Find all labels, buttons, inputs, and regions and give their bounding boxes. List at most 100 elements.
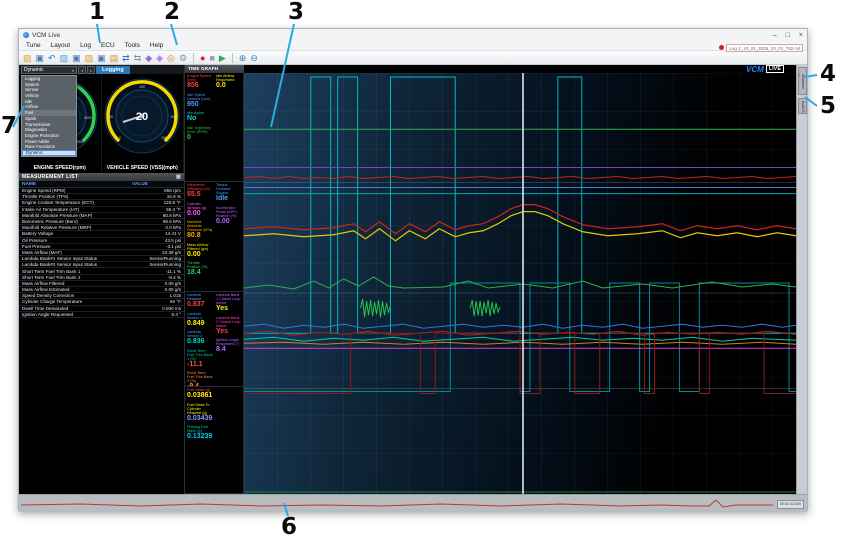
channel-item-lambda-bank-2-closed-loop-active[interactable]: Lambda Bank 2 Closed Loop ActiveYes	[216, 316, 242, 336]
open-log-icon[interactable]: ▨	[23, 53, 32, 63]
menu-log[interactable]: Log	[75, 42, 96, 49]
settings-gear-icon[interactable]: ⚙	[179, 53, 187, 63]
channel-value: Yes	[216, 305, 242, 313]
channel-column	[214, 387, 243, 493]
time-graph-panel: TIME GRAPH VCM LIVE Engine Speed (rpm)85…	[185, 65, 796, 494]
channel-section-2: Volumetric Efficiency (%)55.5 Cylinder Ai…	[185, 182, 243, 292]
zoom-in-icon[interactable]: ⊕	[239, 53, 247, 63]
zoom-out-icon[interactable]: ⊖	[250, 53, 258, 63]
channel-item-lambda-sensor-1[interactable]: Lambda Sensor 10.849	[187, 312, 213, 328]
menu-tools[interactable]: Tools	[120, 42, 145, 49]
channel-item-idle-speed-desired-rpm[interactable]: Idle Speed Desired (rpm)950	[187, 93, 213, 109]
stop-icon[interactable]: ■	[209, 53, 214, 63]
tab-scroll-left-button[interactable]: ◂	[78, 66, 86, 74]
channel-label: Fuel Mass To Cylinder Request (g)	[187, 403, 213, 415]
channel-item-cylinder-airmass-g[interactable]: Cylinder Airmass (g)0.00	[187, 202, 213, 218]
grid-icon[interactable]: ▦	[176, 174, 181, 180]
channel-label: Lambda Bank 2 Closed Loop Active	[216, 316, 242, 328]
compare-icon[interactable]: ⇄	[122, 53, 130, 63]
channel-value: 18.4	[187, 269, 213, 277]
channel-label: Engine Speed (rpm)	[187, 74, 213, 82]
channel-item-idle-active[interactable]: Idle ActiveNo	[187, 111, 213, 123]
save-tune-icon[interactable]: ▣	[97, 53, 106, 63]
channel-item-volumetric-efficiency[interactable]: Volumetric Efficiency (%)55.5	[187, 183, 213, 199]
row-value: 1.015	[170, 293, 185, 298]
side-tab-scanner-channels[interactable]: Scanner Channels	[798, 67, 807, 95]
channel-label: Lambda Sensor 2	[187, 330, 213, 338]
menu-tune[interactable]: Tune	[21, 42, 46, 49]
row-value: 0.00 g/s	[165, 281, 184, 286]
channel-item-fuel-mass-g[interactable]: Fuel Mass (g)0.03861	[187, 388, 213, 400]
channel-item-idle-trajectory-error-rpm[interactable]: Idle Trajectory Error (RPM)0	[187, 126, 213, 142]
step-back-icon[interactable]: ◆	[145, 53, 152, 63]
channel-item-fuel-mass-to-cylinder-request-g[interactable]: Fuel Mass To Cylinder Request (g)0.03439	[187, 403, 213, 423]
channel-item-lambda-sensor-2[interactable]: Lambda Sensor 20.836	[187, 330, 213, 346]
row-name: Mass Airflow Filtered	[19, 281, 165, 286]
channel-value: 0.03439	[187, 415, 213, 423]
overview-sparkline	[21, 498, 773, 510]
row-name: Speed Density Correction	[19, 293, 170, 298]
side-tab-autotune[interactable]: AutoTune	[798, 98, 807, 114]
channel-column: Engine Speed (rpm)856 Idle Speed Desired …	[185, 73, 214, 181]
channel-label: Manifold Absolute Pressure (kPa)	[187, 220, 213, 232]
log-file-name: Log 2_10_21_2025_10_01_782.csl	[726, 44, 803, 52]
svg-text:20: 20	[136, 111, 148, 123]
toolbar-separator	[193, 53, 194, 63]
channel-label: Volumetric Efficiency (%)	[187, 183, 213, 191]
channel-item-short-term-fuel-trim-bank-2[interactable]: Short Term Fuel Trim Bank 2 (%)-9.4	[187, 371, 213, 387]
menu-help[interactable]: Help	[145, 42, 168, 49]
app-window: VCM Live – □ × TuneLayoutLogECUToolsHelp…	[18, 28, 808, 511]
row-value: 0.00 g/s	[165, 287, 184, 292]
dropdown-item-dynamic[interactable]: Dynamic	[22, 150, 76, 156]
save-layout-icon[interactable]: ▣	[72, 53, 81, 63]
sync-icon[interactable]: ⇆	[134, 53, 142, 63]
channel-item-engine-speed-rpm[interactable]: Engine Speed (rpm)856	[187, 74, 213, 90]
tab-logging[interactable]: Logging	[96, 66, 130, 74]
layout-combo[interactable]: Dynamic ▾	[21, 66, 77, 74]
time-graph-plot[interactable]	[244, 73, 796, 494]
window-title: VCM Live	[32, 32, 60, 39]
channel-item-lambda-request[interactable]: Lambda Request0.837	[187, 293, 213, 309]
import-file-icon[interactable]: ▤	[110, 53, 119, 63]
row-value: 80.8 kPa	[163, 213, 184, 218]
row-value: 8.4 °	[172, 312, 185, 317]
channel-item-accelerator-pedal-app-position[interactable]: Accelerator Pedal (APP) Position (%)0.00	[216, 206, 242, 226]
measurement-rows: Engine Speed (RPM)856 rpmThrottle Positi…	[19, 188, 184, 318]
close-button[interactable]: ×	[799, 32, 803, 39]
row-name: Fuel Pressure	[19, 244, 166, 249]
play-icon[interactable]: ▶	[219, 53, 226, 63]
tab-scroll-right-button[interactable]: ▸	[87, 66, 95, 74]
record-icon[interactable]: ●	[200, 53, 205, 63]
channel-label: Idle Airflow Requested	[216, 74, 242, 82]
channel-label: Lambda Bank 1 Closed Loop Active	[216, 293, 242, 305]
channel-item-lambda-bank-1-closed-loop-active[interactable]: Lambda Bank 1 Closed Loop ActiveYes	[216, 293, 242, 313]
log-overview-strip[interactable]: 00:01:42.640	[19, 494, 807, 512]
minimize-button[interactable]: –	[773, 32, 777, 39]
channel-item-idle-airflow-requested[interactable]: Idle Airflow Requested0.0	[216, 74, 242, 90]
maximize-button[interactable]: □	[786, 32, 790, 39]
target-icon[interactable]: ◎	[167, 53, 175, 63]
channel-item-priming-fuel-mass-g[interactable]: Priming Fuel Mass (g)0.13239	[187, 425, 213, 441]
table-row[interactable]: Ignition Angle Requested8.4 °	[19, 312, 184, 318]
menu-layout[interactable]: Layout	[46, 42, 76, 49]
row-value: 23.39 g/s	[162, 250, 184, 255]
channel-item-ignition-angle-requested[interactable]: Ignition Angle Requested (°)8.4	[216, 338, 242, 354]
channel-item-throttle-position[interactable]: Throttle Position (%)18.4	[187, 261, 213, 277]
channel-value: 950	[187, 101, 213, 109]
menu-ecu[interactable]: ECU	[96, 42, 120, 49]
row-value: 0.000 ms	[162, 306, 184, 311]
channel-item-manifold-absolute-pressure-kpa[interactable]: Manifold Absolute Pressure (kPa)80.8	[187, 220, 213, 240]
save-log-icon[interactable]: ▣	[36, 53, 45, 63]
svg-text:0: 0	[119, 136, 121, 140]
channel-item-torque-demand-source[interactable]: Torque Demand SourceIdle	[216, 183, 242, 203]
undo-icon[interactable]: ↶	[48, 53, 56, 63]
channel-item-mass-airflow-filtered-g-s[interactable]: Mass Airflow Filtered (g/s)0.00	[187, 243, 213, 259]
open-layout-icon[interactable]: ▨	[60, 53, 69, 63]
open-tune-icon[interactable]: ▨	[85, 53, 94, 63]
time-cursor[interactable]	[522, 73, 524, 494]
row-value: 120.8 °F	[164, 200, 184, 205]
channel-value: Yes	[216, 328, 242, 336]
channel-item-short-term-fuel-trim-bank-1[interactable]: Short Term Fuel Trim Bank 1 (%)-11.1	[187, 349, 213, 369]
row-value: 856 rpm	[164, 188, 184, 193]
step-forward-icon[interactable]: ◆	[156, 53, 163, 63]
